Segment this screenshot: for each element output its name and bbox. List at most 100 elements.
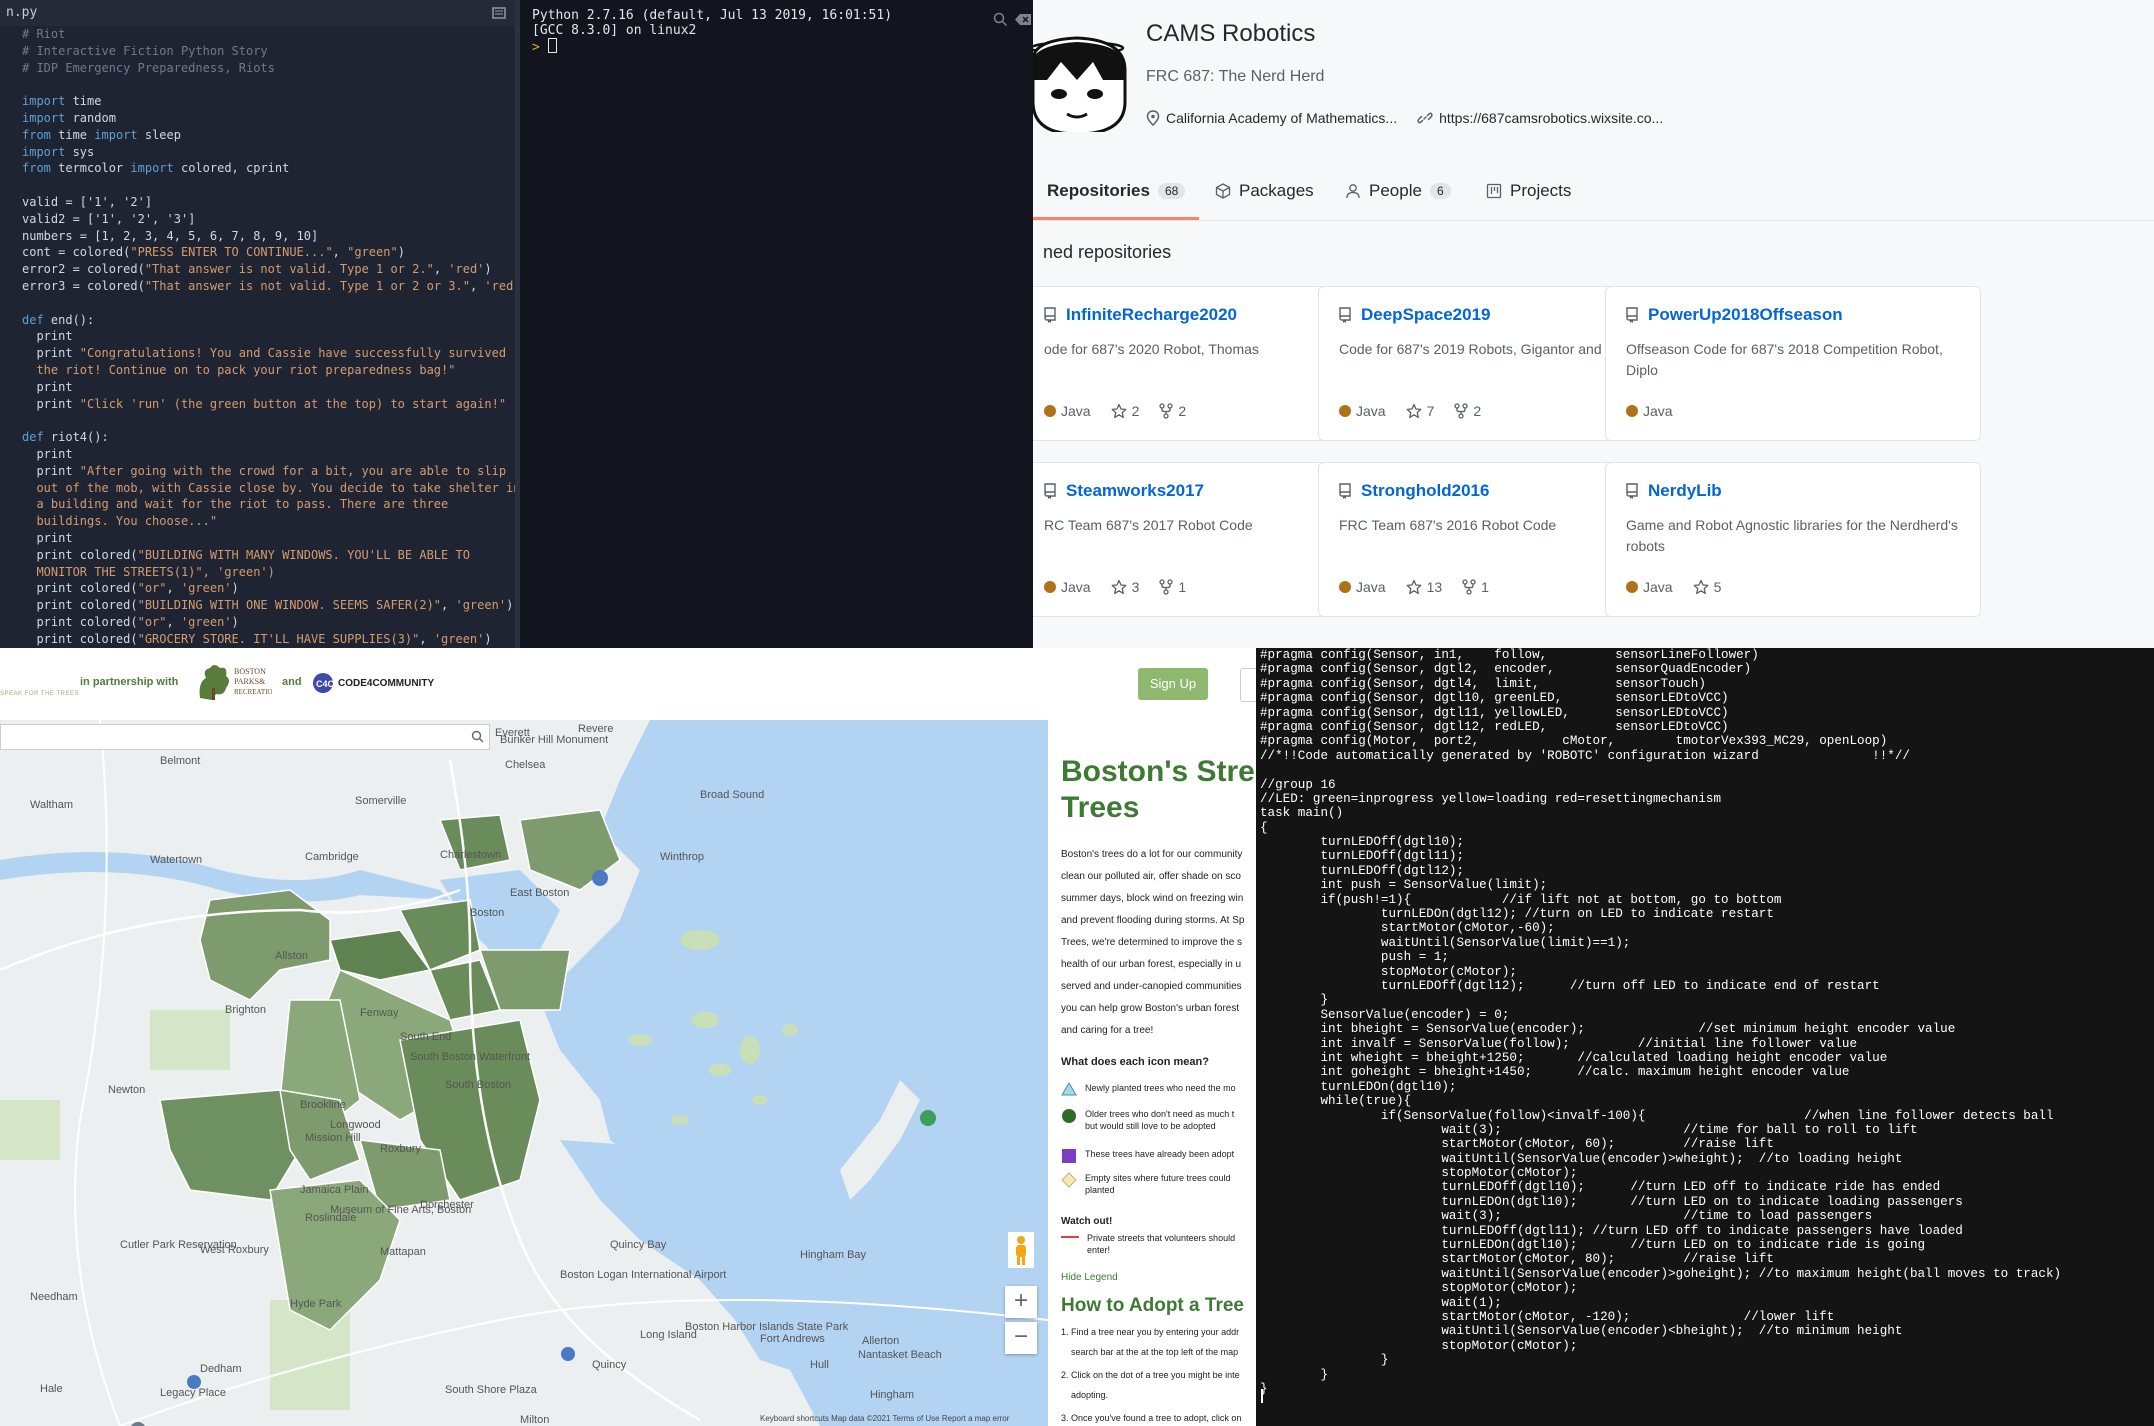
legend-text: These trees have already been adopt: [1085, 1149, 1235, 1159]
clear-console-icon[interactable]: [1014, 12, 1032, 27]
code4community-logo-text: CODE4COMMUNITY: [338, 678, 435, 689]
map-place-label: Milton: [520, 1414, 549, 1426]
editor-menu-icon[interactable]: [492, 6, 506, 20]
repo-forks[interactable]: 1: [1159, 579, 1186, 595]
map-place-label: Hingham Bay: [800, 1249, 867, 1261]
repo-meta: Java 7 2: [1339, 403, 1481, 419]
repo-title[interactable]: NerdyLib: [1626, 481, 1722, 501]
tab-repositories[interactable]: Repositories 68: [1047, 181, 1186, 201]
repo-forks[interactable]: 2: [1454, 403, 1481, 419]
code-line: import sys: [22, 144, 528, 161]
code-line-text: # IDP Emergency Preparedness, Riots: [22, 60, 275, 75]
hide-legend-link[interactable]: Hide Legend: [1061, 1272, 1118, 1283]
intro-paragraph-line: and caring for a tree!: [1061, 1025, 1154, 1036]
page-title-line1: Boston's Stre: [1061, 755, 1255, 788]
repo-name[interactable]: PowerUp2018Offseason: [1648, 305, 1843, 325]
tab-projects-label: Projects: [1510, 181, 1572, 200]
tab-packages[interactable]: Packages: [1215, 181, 1314, 201]
code-editor[interactable]: # Riot # Interactive Fiction Python Story…: [0, 26, 528, 648]
repo-icon: [1044, 483, 1056, 499]
repo-forks[interactable]: 1: [1462, 579, 1489, 595]
org-website[interactable]: https://687camsrobotics.wixsite.co...: [1417, 110, 1663, 126]
code-line-text: print "Congratulations! You and Cassie h…: [22, 346, 507, 361]
map-place-label: South End: [400, 1031, 451, 1043]
code-line-text: # Interactive Fiction Python Story: [22, 43, 268, 58]
map-attribution[interactable]: Keyboard shortcuts Map data ©2021 Terms …: [760, 1414, 1009, 1423]
code-line: turnLEDOn(dgtl12); //turn on LED to indi…: [1260, 907, 1774, 922]
zoom-in-button[interactable]: +: [1005, 1286, 1037, 1318]
robotc-code-panel[interactable]: #pragma config(Sensor, in1, follow, sens…: [1256, 648, 2154, 1426]
address-search-input[interactable]: [0, 724, 490, 750]
repo-fork-count: 2: [1178, 403, 1187, 419]
intro-paragraph-line: you can help grow Boston's urban forest: [1061, 1003, 1240, 1014]
code-line: turnLEDOn(dgtl10); //turn LED on to indi…: [1260, 1194, 1963, 1209]
star-icon: [1406, 403, 1422, 419]
repo-language: Java: [1044, 403, 1091, 419]
repo-name[interactable]: NerdyLib: [1648, 481, 1722, 501]
island: [691, 1012, 719, 1028]
legend-item-private-streets: Private streets that volunteers should en…: [1061, 1232, 1256, 1256]
repo-name[interactable]: InfiniteRecharge2020: [1066, 305, 1237, 325]
map-place-label: Broad Sound: [700, 789, 764, 801]
repo-stars[interactable]: 2: [1111, 403, 1139, 419]
map-canvas[interactable]: Everett RevereChelseaSomervilleBelmontWal…: [0, 720, 1048, 1426]
code-line: SensorValue(encoder) = 0;: [1260, 1007, 1510, 1022]
tab-projects[interactable]: Projects: [1486, 181, 1571, 201]
code-line-text: print colored("or", 'green'): [22, 614, 239, 629]
fork-icon: [1462, 579, 1476, 595]
map-place-label: Quincy: [592, 1359, 627, 1371]
intro-paragraph-line: summer days, block wind on freezing win: [1061, 893, 1244, 904]
sign-up-button[interactable]: Sign Up: [1138, 668, 1208, 700]
repo-language: Java: [1626, 403, 1673, 419]
repo-stars[interactable]: 3: [1111, 579, 1139, 595]
repo-forks[interactable]: 2: [1159, 403, 1186, 419]
language-color-dot: [1626, 581, 1638, 593]
triangle-icon: [1061, 1082, 1077, 1096]
code-line: print colored("BUILDING WITH ONE WINDOW.…: [22, 597, 528, 614]
park: [0, 1100, 60, 1160]
editor-file-tab[interactable]: n.py: [0, 0, 515, 26]
street-view-pegman-icon[interactable]: [1008, 1232, 1034, 1268]
repo-name[interactable]: Stronghold2016: [1361, 481, 1489, 501]
repo-stars[interactable]: 13: [1406, 579, 1442, 595]
map-place-label: Hingham: [870, 1389, 914, 1401]
org-website-text[interactable]: https://687camsrobotics.wixsite.co...: [1439, 110, 1663, 126]
code-line-text: print: [22, 446, 73, 461]
code-line-text: error2 = colored("That answer is not val…: [22, 262, 492, 277]
console-cursor: [547, 38, 557, 53]
repo-title[interactable]: Steamworks2017: [1044, 481, 1204, 501]
map-place-label: South Boston: [445, 1079, 511, 1091]
repo-card[interactable]: NerdyLib Game and Robot Agnostic librarie…: [1605, 462, 1981, 617]
fork-icon: [1454, 403, 1469, 419]
python-console[interactable]: Python 2.7.16 (default, Jul 13 2019, 16:…: [520, 0, 1033, 648]
code-line-text: print: [22, 379, 73, 394]
tab-people[interactable]: People 6: [1345, 181, 1451, 201]
code-line: #pragma config(Sensor, dgtl4, limit, sen…: [1260, 676, 1706, 691]
search-icon[interactable]: [471, 730, 484, 743]
repo-card[interactable]: PowerUp2018Offseason Offseason Code for 6…: [1605, 286, 1981, 441]
zoom-out-button[interactable]: −: [1005, 1322, 1037, 1354]
repo-title[interactable]: InfiniteRecharge2020: [1044, 305, 1237, 325]
login-button[interactable]: [1240, 668, 1256, 702]
search-icon[interactable]: [993, 12, 1008, 27]
tab-repositories-label: Repositories: [1047, 181, 1150, 200]
repo-stars[interactable]: 5: [1693, 579, 1721, 595]
repo-title[interactable]: DeepSpace2019: [1339, 305, 1490, 325]
repo-stars[interactable]: 7: [1406, 403, 1434, 419]
map-place-label: Hale: [40, 1383, 63, 1395]
code-line-text: print colored("GROCERY STORE. IT'LL HAVE…: [22, 631, 492, 646]
repo-fork-count: 2: [1473, 403, 1482, 419]
repo-language: Java: [1626, 579, 1673, 595]
legend-text: Newly planted trees who need the mo: [1085, 1083, 1236, 1093]
repo-meta: Java 5: [1626, 579, 1721, 595]
intro-paragraph: Boston's trees do a lot for our communit…: [1061, 844, 1256, 1042]
repo-title[interactable]: Stronghold2016: [1339, 481, 1489, 501]
repo-name[interactable]: Steamworks2017: [1066, 481, 1204, 501]
repo-name[interactable]: DeepSpace2019: [1361, 305, 1490, 325]
star-icon: [1111, 579, 1127, 595]
editor-file-tab-label: n.py: [6, 5, 38, 20]
code-line: int wheight = bheight+1250; //calculated…: [1260, 1050, 1888, 1065]
code-line: push = 1;: [1260, 950, 1449, 965]
repo-title[interactable]: PowerUp2018Offseason: [1626, 305, 1843, 325]
